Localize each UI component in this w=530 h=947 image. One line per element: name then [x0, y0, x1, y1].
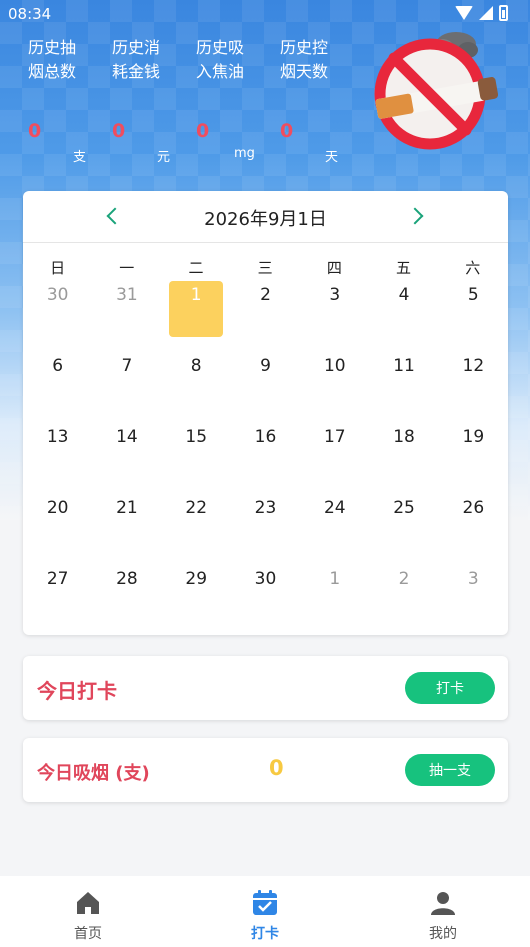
calendar-day[interactable]: 28 — [100, 565, 154, 621]
calendar-day[interactable]: 13 — [31, 423, 85, 479]
calendar-day[interactable]: 16 — [239, 423, 293, 479]
calendar-day[interactable]: 17 — [308, 423, 362, 479]
nav-item-profile[interactable]: 我的 — [403, 890, 483, 943]
chevron-right-icon — [406, 207, 424, 225]
stat-unit: mg — [234, 146, 255, 161]
calendar-day[interactable]: 19 — [446, 423, 500, 479]
battery-icon — [499, 5, 508, 21]
calendar-check-icon — [253, 890, 277, 915]
nav-item-home[interactable]: 首页 — [48, 890, 128, 943]
stat-value: 0 — [28, 120, 42, 142]
calendar-day[interactable]: 22 — [169, 494, 223, 550]
user-icon — [431, 892, 455, 915]
wifi-icon — [455, 6, 473, 20]
calendar-card: 2026年9月1日 日 一 二 三 四 五 六 30 31 1 2 3 4 5 6 7 8 9 10 1… — [23, 191, 508, 635]
calendar-day[interactable]: 5 — [446, 281, 500, 337]
calendar-day[interactable]: 14 — [100, 423, 154, 479]
checkin-button[interactable]: 打卡 — [405, 672, 495, 704]
stat-label: 历史抽烟总数 — [28, 38, 77, 81]
calendar-day[interactable]: 11 — [377, 352, 431, 408]
calendar-day[interactable]: 31 — [100, 281, 154, 337]
stat-value: 0 — [280, 120, 294, 142]
calendar-day[interactable]: 20 — [31, 494, 85, 550]
status-bar: 08:34 — [0, 0, 530, 28]
calendar-day[interactable]: 30 — [239, 565, 293, 621]
stat-label: 历史控烟天数 — [280, 38, 329, 81]
nav-item-checkin[interactable]: 打卡 — [225, 890, 305, 943]
calendar-day[interactable]: 8 — [169, 352, 223, 408]
calendar-title: 2026年9月1日 — [204, 209, 327, 230]
home-icon — [77, 892, 99, 914]
calendar-day[interactable]: 30 — [31, 281, 85, 337]
calendar-day[interactable]: 26 — [446, 494, 500, 550]
calendar-day[interactable]: 24 — [308, 494, 362, 550]
weekday-label: 一 — [119, 259, 135, 277]
stat-value: 0 — [112, 120, 126, 142]
calendar-day[interactable]: 7 — [100, 352, 154, 408]
calendar-day[interactable]: 4 — [377, 281, 431, 337]
weekday-label: 日 — [50, 259, 66, 277]
calendar-day[interactable]: 18 — [377, 423, 431, 479]
status-time: 08:34 — [8, 5, 52, 23]
status-icons — [455, 5, 508, 21]
stat-total-smoked: 历史抽烟总数 0 支 — [28, 36, 108, 165]
calendar-day[interactable]: 29 — [169, 565, 223, 621]
calendar-day[interactable]: 1 — [308, 565, 362, 621]
next-month-button[interactable] — [405, 203, 433, 231]
stat-unit: 支 — [73, 150, 87, 165]
smoke-count: 0 — [269, 756, 284, 780]
stat-unit: 天 — [325, 150, 339, 165]
checkin-card: 今日打卡 打卡 — [23, 656, 508, 720]
stat-money-spent: 历史消耗金钱 0 元 — [112, 36, 192, 165]
calendar-day[interactable]: 3 — [308, 281, 362, 337]
stat-tar-inhaled: 历史吸入焦油 0 mg — [196, 36, 276, 161]
stat-value: 0 — [196, 120, 210, 142]
calendar-day[interactable]: 21 — [100, 494, 154, 550]
checkin-title: 今日打卡 — [37, 679, 117, 703]
stat-label: 历史消耗金钱 — [112, 38, 161, 81]
calendar-day[interactable]: 25 — [377, 494, 431, 550]
nav-label: 首页 — [74, 926, 102, 942]
calendar-header: 2026年9月1日 — [23, 191, 508, 243]
smoke-one-button[interactable]: 抽一支 — [405, 754, 495, 786]
calendar-day[interactable]: 10 — [308, 352, 362, 408]
calendar-day[interactable]: 15 — [169, 423, 223, 479]
weekday-label: 五 — [396, 259, 412, 277]
weekday-row: 日 一 二 三 四 五 六 — [23, 257, 508, 278]
weekday-label: 二 — [188, 259, 204, 277]
calendar-day[interactable]: 27 — [31, 565, 85, 621]
nav-label: 打卡 — [251, 926, 279, 942]
calendar-day[interactable]: 2 — [239, 281, 293, 337]
calendar-day[interactable]: 23 — [239, 494, 293, 550]
nav-label: 我的 — [429, 926, 457, 942]
calendar-day[interactable]: 12 — [446, 352, 500, 408]
calendar-day-selected[interactable]: 1 — [169, 281, 224, 337]
stat-label: 历史吸入焦油 — [196, 38, 245, 81]
calendar-day[interactable]: 3 — [446, 565, 500, 621]
calendar-day[interactable]: 6 — [31, 352, 85, 408]
stat-unit: 元 — [157, 150, 171, 165]
calendar-day[interactable]: 2 — [377, 565, 431, 621]
no-smoking-icon — [374, 32, 499, 150]
stat-control-days: 历史控烟天数 0 天 — [280, 36, 360, 165]
bottom-nav: 首页 打卡 我的 — [0, 876, 530, 947]
signal-icon — [479, 6, 493, 20]
calendar-day[interactable]: 9 — [239, 352, 293, 408]
smoke-title: 今日吸烟 (支) — [37, 763, 150, 784]
smoke-card: 今日吸烟 (支) 0 抽一支 — [23, 738, 508, 802]
weekday-label: 四 — [326, 259, 342, 277]
weekday-label: 三 — [257, 259, 273, 277]
weekday-label: 六 — [465, 259, 481, 277]
